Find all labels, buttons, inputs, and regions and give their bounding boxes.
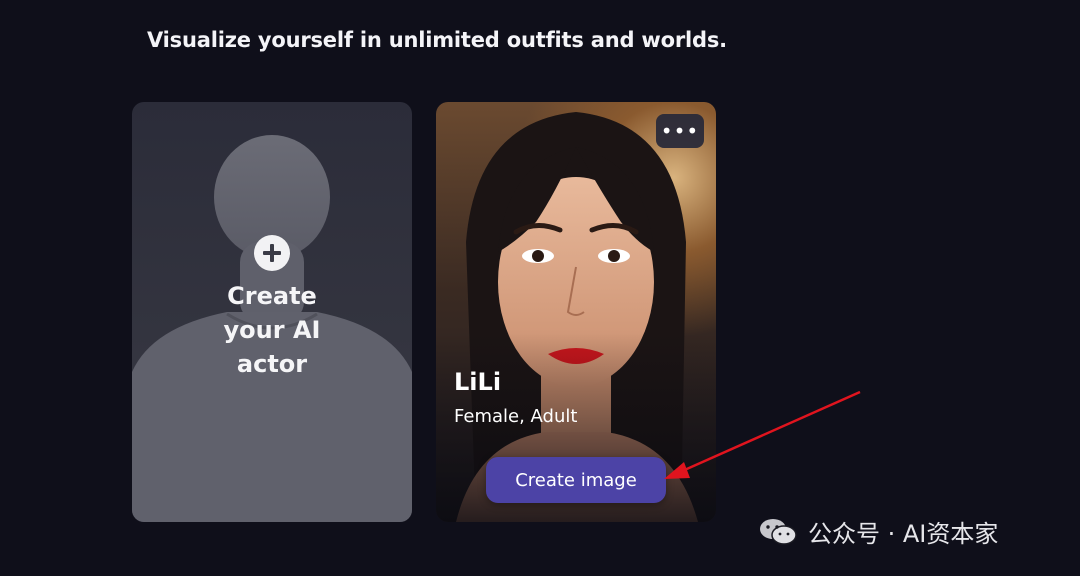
actor-attributes: Female, Adult: [454, 406, 578, 427]
more-horizontal-icon: •••: [660, 119, 700, 143]
plus-circle-icon[interactable]: [254, 235, 290, 271]
watermark-text: 公众号 · AI资本家: [808, 520, 999, 548]
create-image-button[interactable]: Create image: [486, 457, 666, 503]
page-headline: Visualize yourself in unlimited outfits …: [147, 28, 727, 52]
watermark: 公众号 · AI资本家: [758, 514, 998, 549]
wechat-icon: [760, 518, 797, 545]
actor-card[interactable]: ••• LiLi Female, Adult Create image: [436, 102, 716, 522]
create-actor-card[interactable]: Create your AI actor: [132, 102, 412, 522]
actor-name: LiLi: [454, 368, 502, 396]
more-options-button[interactable]: •••: [656, 114, 704, 148]
create-actor-label: Create your AI actor: [223, 282, 321, 378]
